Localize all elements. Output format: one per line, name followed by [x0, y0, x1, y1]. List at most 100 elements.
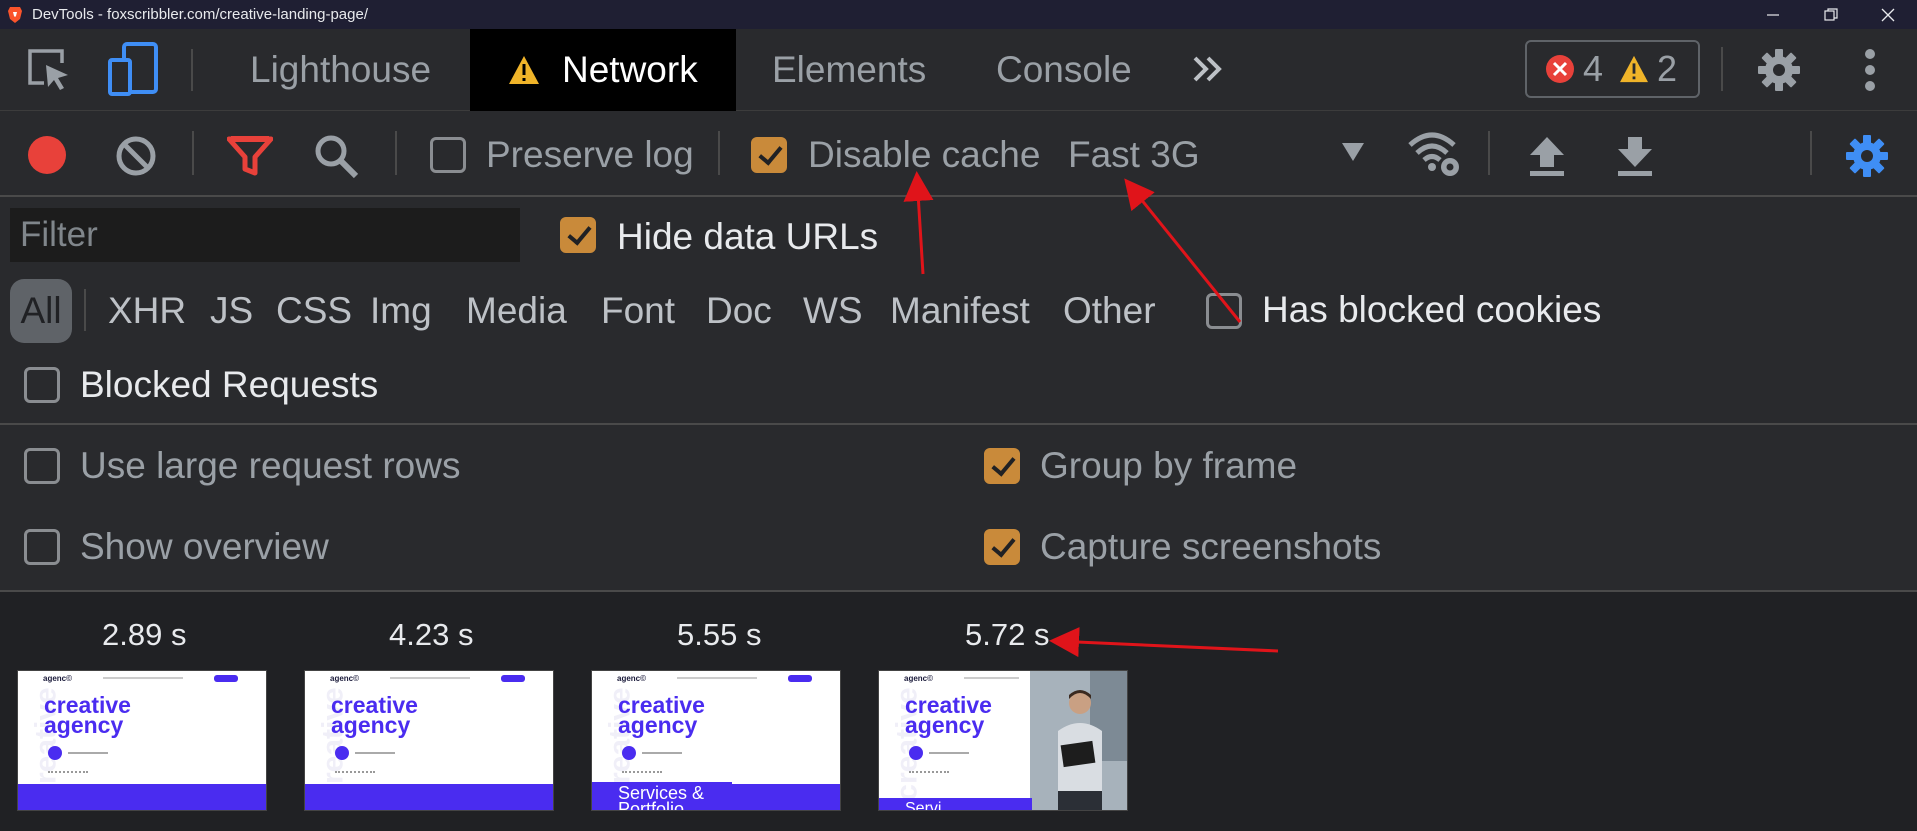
- type-filter-other[interactable]: Other: [1063, 279, 1156, 343]
- thumb-caption: [68, 752, 108, 754]
- window-title: DevTools - foxscribbler.com/creative-lan…: [32, 6, 368, 23]
- thumb-nav-button: [788, 675, 812, 682]
- close-button[interactable]: [1865, 0, 1911, 29]
- thumb-socials: [909, 771, 949, 775]
- thumb-logo: agenc©: [617, 674, 647, 683]
- show-overview-label: Show overview: [80, 526, 329, 567]
- network-settings-pane: Use large request rows Show overview Gro…: [0, 425, 1917, 592]
- thumb-photo: [1030, 671, 1127, 810]
- thumb-headline: creative agency: [331, 692, 418, 738]
- minimize-button[interactable]: [1750, 0, 1796, 29]
- thumb-logo: agenc©: [43, 674, 73, 683]
- group-by-frame-checkbox[interactable]: [984, 448, 1020, 484]
- clear-button[interactable]: [115, 135, 157, 177]
- type-filter-manifest[interactable]: Manifest: [890, 279, 1030, 343]
- has-blocked-cookies-checkbox[interactable]: [1206, 293, 1242, 329]
- divider: [718, 131, 720, 175]
- filter-toggle-button[interactable]: [227, 135, 273, 177]
- hide-data-urls-checkbox[interactable]: [560, 217, 596, 253]
- thumb-caption: [929, 752, 969, 754]
- screenshot-thumbnail[interactable]: agenc© creative creative agency Servi: [878, 670, 1128, 811]
- screenshot-time: 5.72 s: [965, 617, 1050, 652]
- type-filter-media[interactable]: Media: [466, 279, 567, 343]
- more-tabs-button[interactable]: [1190, 51, 1226, 87]
- thumb-band: [305, 784, 553, 810]
- thumb-nav-button: [501, 675, 525, 682]
- play-icon: [335, 746, 349, 760]
- restore-button[interactable]: [1808, 0, 1854, 29]
- network-conditions-button[interactable]: [1406, 129, 1462, 179]
- type-filter-doc[interactable]: Doc: [706, 279, 772, 343]
- capture-screenshots-label: Capture screenshots: [1040, 526, 1382, 567]
- preserve-log-label: Preserve log: [486, 134, 694, 175]
- thumb-band: Servi: [879, 798, 1032, 810]
- type-filter-js[interactable]: JS: [210, 279, 253, 343]
- preserve-log-checkbox[interactable]: [430, 137, 466, 173]
- import-har-button[interactable]: [1528, 135, 1566, 177]
- dropdown-arrow-icon: [1342, 143, 1364, 161]
- inspect-element-button[interactable]: [26, 47, 72, 93]
- thumb-nav-button: [214, 675, 238, 682]
- person-image: [1030, 671, 1127, 810]
- throttling-select[interactable]: Fast 3G: [1068, 131, 1368, 179]
- tab-network[interactable]: Network: [470, 29, 736, 111]
- throttling-value: Fast 3G: [1068, 134, 1200, 175]
- tab-elements[interactable]: Elements: [772, 29, 926, 111]
- type-filter-all[interactable]: All: [10, 279, 72, 343]
- record-icon: [28, 136, 66, 174]
- double-chevron-icon: [1193, 56, 1222, 82]
- thumb-nav: [964, 677, 1019, 679]
- thumb-band: [18, 784, 266, 810]
- error-icon: [1546, 55, 1574, 83]
- network-settings-button[interactable]: [1844, 133, 1890, 179]
- type-filter-ws[interactable]: WS: [803, 279, 863, 343]
- close-icon: [1881, 8, 1895, 21]
- download-icon: [1618, 137, 1652, 176]
- capture-screenshots-checkbox[interactable]: [984, 529, 1020, 565]
- group-by-frame-label: Group by frame: [1040, 445, 1298, 486]
- type-filter-font[interactable]: Font: [601, 279, 675, 343]
- type-filter-img[interactable]: Img: [370, 279, 432, 343]
- thumb-nav: [677, 677, 757, 679]
- gear-icon: [1846, 135, 1888, 177]
- play-icon: [622, 746, 636, 760]
- show-overview-checkbox[interactable]: [24, 529, 60, 565]
- thumb-headline: creative agency: [905, 692, 992, 738]
- gear-icon: [1758, 49, 1800, 91]
- export-har-button[interactable]: [1616, 135, 1654, 177]
- large-rows-checkbox[interactable]: [24, 448, 60, 484]
- thumb-headline: creative agency: [618, 692, 705, 738]
- screenshot-time: 2.89 s: [102, 617, 187, 652]
- devtools-settings-button[interactable]: [1755, 46, 1803, 94]
- filter-input[interactable]: [10, 208, 520, 262]
- kebab-menu-icon: [1865, 49, 1875, 91]
- has-blocked-cookies-label: Has blocked cookies: [1262, 289, 1602, 330]
- blocked-requests-checkbox[interactable]: [24, 367, 60, 403]
- window-titlebar: DevTools - foxscribbler.com/creative-lan…: [0, 0, 1917, 29]
- screenshot-thumbnail[interactable]: agenc© creative creative agency Services …: [591, 670, 841, 811]
- more-options-button[interactable]: [1855, 47, 1885, 93]
- type-filter-xhr[interactable]: XHR: [108, 279, 186, 343]
- disable-cache-label: Disable cache: [808, 134, 1041, 175]
- thumb-caption: [355, 752, 395, 754]
- issues-counter[interactable]: 4 2: [1525, 40, 1700, 98]
- type-filter-css[interactable]: CSS: [276, 279, 352, 343]
- disable-cache-checkbox[interactable]: [751, 137, 787, 173]
- tab-console[interactable]: Console: [996, 29, 1132, 111]
- device-toolbar-button[interactable]: [108, 42, 160, 96]
- screenshot-thumbnail[interactable]: agenc© creative creative agency: [17, 670, 267, 811]
- screenshot-thumbnail[interactable]: agenc© creative creative agency: [304, 670, 554, 811]
- record-button[interactable]: [27, 135, 67, 175]
- divider: [84, 289, 86, 331]
- filter-funnel-icon: [227, 136, 273, 176]
- warning-icon: [509, 56, 539, 84]
- play-icon: [48, 746, 62, 760]
- devtools-tabbar: Lighthouse Network Elements Console 4 2: [0, 29, 1917, 111]
- tab-lighthouse[interactable]: Lighthouse: [250, 29, 431, 111]
- thumb-socials: [622, 771, 662, 775]
- thumb-band: Services & Portfolio: [592, 782, 732, 810]
- thumb-headline: creative agency: [44, 692, 131, 738]
- search-button[interactable]: [313, 133, 359, 179]
- network-toolbar: Preserve log Disable cache Fast 3G: [0, 111, 1917, 197]
- thumb-socials: [335, 771, 375, 775]
